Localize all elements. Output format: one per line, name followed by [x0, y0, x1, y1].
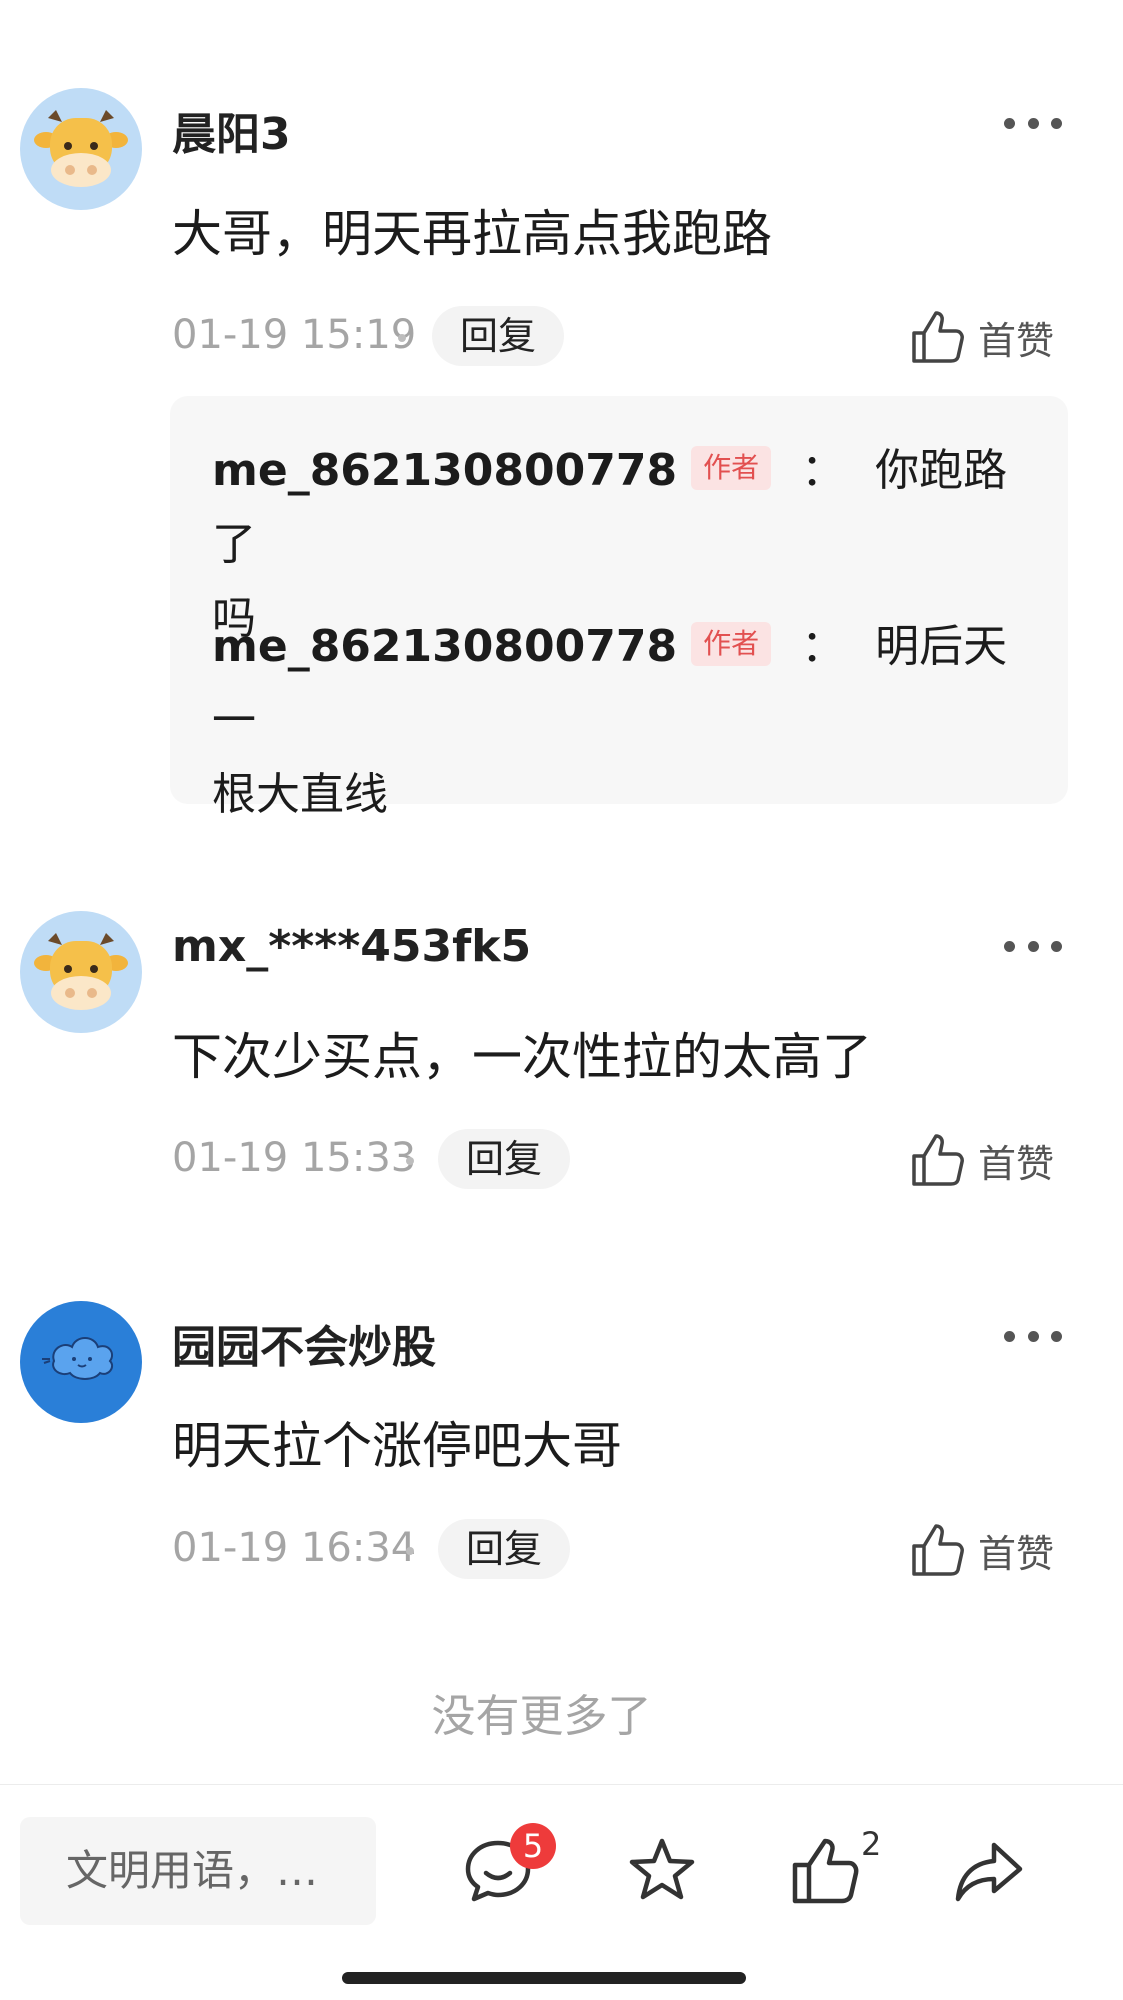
reply-thread[interactable]: me_862130800778 作者：你跑路了 吗 me_862130800778… — [170, 396, 1068, 820]
comment-time: 01-19 15:33 — [172, 1135, 417, 1181]
reply-button[interactable]: 回复 — [438, 1519, 571, 1579]
author-tag: 作者 — [691, 446, 772, 490]
comment-text: 明天拉个涨停吧大哥 — [172, 1417, 622, 1475]
more-options-icon[interactable] — [1004, 113, 1062, 133]
thumbs-up-icon — [912, 1524, 964, 1576]
cow-avatar-icon — [34, 110, 128, 187]
reply-author-name[interactable]: me_862130800778 — [212, 621, 677, 672]
comment-username[interactable]: 园园不会炒股 — [172, 1311, 436, 1375]
no-more-text: 没有更多了 — [431, 1691, 652, 1742]
cloud-avatar-icon — [42, 1337, 114, 1380]
reply-author-name[interactable]: me_862130800778 — [212, 445, 677, 496]
thumbs-up-icon — [912, 1134, 964, 1186]
user-avatar[interactable] — [20, 88, 142, 210]
share-button[interactable] — [948, 1831, 1028, 1911]
comment-text: 大哥，明天再拉高点我跑路 — [172, 205, 772, 263]
bottom-action-bar: 文明用语，… 5 2 — [0, 1784, 1123, 2000]
reply-item[interactable]: me_862130800778 作者：明后天一 根大直线 — [212, 610, 1032, 832]
thumbs-up-icon — [792, 1838, 859, 1904]
reply-button[interactable]: 回复 — [438, 1129, 571, 1189]
star-icon — [629, 1838, 695, 1900]
comment-username[interactable]: 晨阳3 — [172, 98, 291, 162]
comment-count-badge: 5 — [510, 1823, 556, 1869]
like-label: 首赞 — [978, 1141, 1055, 1186]
thumbs-up-icon — [912, 311, 964, 363]
like-label: 首赞 — [978, 318, 1055, 363]
like-label: 首赞 — [978, 1531, 1055, 1576]
share-arrow-icon — [955, 1842, 1023, 1902]
like-count: 2 — [861, 1825, 882, 1863]
more-options-icon[interactable] — [1004, 1326, 1062, 1346]
reply-colon: ： — [801, 621, 846, 672]
reply-text-cont: 根大直线 — [212, 769, 388, 820]
author-tag: 作者 — [691, 622, 772, 666]
cow-avatar-icon — [34, 933, 128, 1010]
comment-time: 01-19 16:34 — [172, 1525, 417, 1571]
more-options-icon[interactable] — [1004, 936, 1062, 956]
comment-input[interactable]: 文明用语，… — [20, 1817, 376, 1925]
comment-text: 下次少买点，一次性拉的太高了 — [172, 1028, 872, 1086]
like-article-button[interactable] — [785, 1831, 865, 1911]
meta-separator-dot — [406, 1547, 414, 1555]
reply-button[interactable]: 回复 — [432, 306, 565, 366]
meta-separator-dot — [406, 1157, 414, 1165]
like-button[interactable]: 首赞 — [906, 1129, 1054, 1191]
favorite-button[interactable] — [622, 1831, 702, 1911]
reply-colon: ： — [801, 445, 846, 496]
comment-time: 01-19 15:19 — [172, 312, 417, 358]
like-button[interactable]: 首赞 — [906, 306, 1054, 368]
home-indicator — [342, 1972, 746, 1984]
comment-username[interactable]: mx_****453fk5 — [172, 921, 531, 972]
user-avatar[interactable] — [20, 911, 142, 1033]
like-button[interactable]: 首赞 — [906, 1519, 1054, 1581]
user-avatar[interactable] — [20, 1301, 142, 1423]
meta-separator-dot — [398, 334, 406, 342]
